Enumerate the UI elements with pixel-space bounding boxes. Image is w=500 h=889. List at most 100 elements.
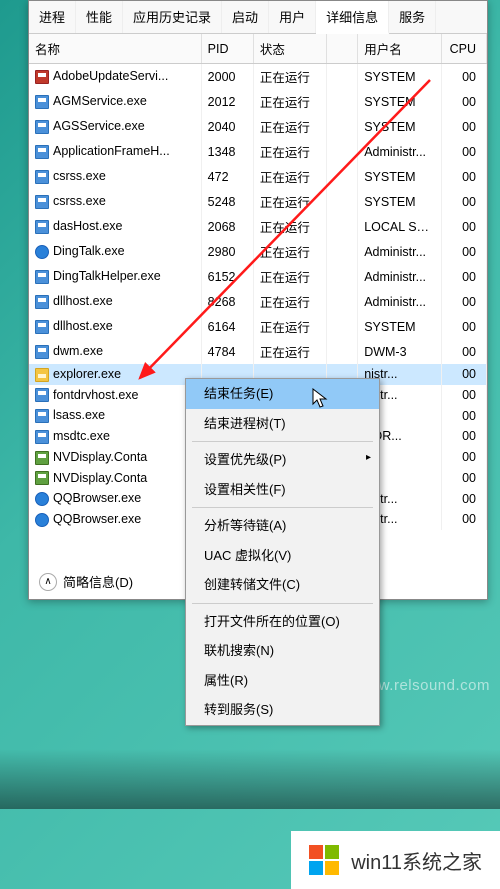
tab-5[interactable]: 详细信息 — [316, 1, 389, 34]
tab-3[interactable]: 启动 — [222, 1, 269, 33]
context-menu: 结束任务(E)结束进程树(T) 设置优先级(P)设置相关性(F) 分析等待链(A)U… — [185, 378, 380, 726]
menu-item[interactable]: 属性(R) — [186, 666, 379, 696]
process-pid: 2068 — [201, 214, 253, 239]
process-cpu: 00 — [441, 214, 486, 239]
process-user: DWM-3 — [358, 339, 441, 364]
process-user: Administr... — [358, 289, 441, 314]
menu-item[interactable]: 创建转储文件(C) — [186, 570, 379, 600]
process-icon — [35, 492, 49, 506]
process-cpu: 00 — [441, 314, 486, 339]
process-icon — [35, 295, 49, 309]
process-pid: 6164 — [201, 314, 253, 339]
process-status: 正在运行 — [253, 114, 326, 139]
tab-6[interactable]: 服务 — [389, 1, 436, 33]
column-header[interactable]: 名称 — [29, 34, 201, 64]
menu-item[interactable]: 结束任务(E) — [186, 379, 379, 409]
process-name: msdtc.exe — [53, 429, 110, 443]
process-status: 正在运行 — [253, 64, 326, 90]
process-name: AGSService.exe — [53, 119, 145, 133]
process-status: 正在运行 — [253, 164, 326, 189]
menu-item[interactable]: 联机搜索(N) — [186, 636, 379, 666]
process-name: DingTalkHelper.exe — [53, 269, 161, 283]
table-row[interactable]: csrss.exe5248正在运行SYSTEM00 — [29, 189, 487, 214]
process-user: SYSTEM — [358, 89, 441, 114]
process-icon — [35, 368, 49, 382]
process-cpu: 00 — [441, 468, 486, 489]
table-row[interactable]: dllhost.exe8268正在运行Administr...00 — [29, 289, 487, 314]
process-name: fontdrvhost.exe — [53, 388, 138, 402]
process-cpu: 00 — [441, 89, 486, 114]
process-icon — [35, 409, 49, 423]
menu-item[interactable]: 设置优先级(P) — [186, 445, 379, 475]
table-row[interactable]: AGSService.exe 2040正在运行 SYSTEM00 — [29, 114, 487, 139]
process-name: NVDisplay.Conta — [53, 471, 147, 485]
menu-item[interactable]: 打开文件所在的位置(O) — [186, 607, 379, 637]
process-pid: 472 — [201, 164, 253, 189]
windows-logo-icon — [309, 845, 339, 875]
column-header[interactable]: CPU — [441, 34, 486, 64]
process-pid: 2980 — [201, 239, 253, 264]
process-user: SYSTEM — [358, 114, 441, 139]
process-pid: 6152 — [201, 264, 253, 289]
menu-item[interactable]: 设置相关性(F) — [186, 475, 379, 505]
process-cpu: 00 — [441, 426, 486, 447]
process-icon — [35, 451, 49, 465]
tab-1[interactable]: 性能 — [76, 1, 123, 33]
process-cpu: 00 — [441, 488, 486, 509]
tab-0[interactable]: 进程 — [29, 1, 76, 33]
menu-item[interactable]: 转到服务(S) — [186, 695, 379, 725]
tab-bar: 进程性能应用历史记录启动用户详细信息服务 — [29, 1, 487, 34]
process-name: AGMService.exe — [53, 94, 147, 108]
process-icon — [35, 170, 49, 184]
chevron-up-icon[interactable]: ∧ — [39, 573, 57, 591]
process-cpu: 00 — [441, 405, 486, 426]
menu-item[interactable]: 分析等待链(A) — [186, 511, 379, 541]
tab-4[interactable]: 用户 — [269, 1, 316, 33]
table-row[interactable]: csrss.exe472正在运行SYSTEM00 — [29, 164, 487, 189]
column-header[interactable]: 状态 — [253, 34, 326, 64]
process-icon — [35, 220, 49, 234]
process-name: dllhost.exe — [53, 294, 113, 308]
process-icon — [35, 245, 49, 259]
table-row[interactable]: dasHost.exe2068正在运行LOCAL SE...00 — [29, 214, 487, 239]
process-status: 正在运行 — [253, 314, 326, 339]
table-row[interactable]: DingTalkHelper.exe6152正在运行Administr...00 — [29, 264, 487, 289]
process-icon — [35, 145, 49, 159]
table-row[interactable]: AGMService.exe2012正在运行SYSTEM00 — [29, 89, 487, 114]
process-pid: 2040 — [201, 114, 253, 139]
process-pid: 2000 — [201, 64, 253, 90]
process-name: QQBrowser.exe — [53, 512, 141, 526]
process-status: 正在运行 — [253, 339, 326, 364]
table-row[interactable]: DingTalk.exe2980正在运行Administr...00 — [29, 239, 487, 264]
process-cpu: 00 — [441, 139, 486, 164]
table-row[interactable]: dwm.exe4784正在运行DWM-300 — [29, 339, 487, 364]
process-user: LOCAL SE... — [358, 214, 441, 239]
menu-separator — [192, 603, 373, 604]
table-row[interactable]: dllhost.exe6164正在运行SYSTEM00 — [29, 314, 487, 339]
process-cpu: 00 — [441, 189, 486, 214]
table-row[interactable]: AdobeUpdateServi...2000正在运行SYSTEM00 — [29, 64, 487, 90]
process-name: lsass.exe — [53, 408, 105, 422]
process-name: NVDisplay.Conta — [53, 450, 147, 464]
menu-item[interactable]: 结束进程树(T) — [186, 409, 379, 439]
brief-info-link[interactable]: 简略信息(D) — [63, 572, 133, 591]
column-header[interactable]: 用户名 — [358, 34, 441, 64]
process-cpu: 00 — [441, 509, 486, 530]
process-status: 正在运行 — [253, 214, 326, 239]
process-status: 正在运行 — [253, 239, 326, 264]
tab-2[interactable]: 应用历史记录 — [123, 1, 222, 33]
process-pid: 8268 — [201, 289, 253, 314]
process-status: 正在运行 — [253, 89, 326, 114]
process-name: DingTalk.exe — [53, 244, 125, 258]
process-cpu: 00 — [441, 64, 486, 90]
process-icon — [35, 195, 49, 209]
menu-item[interactable]: UAC 虚拟化(V) — [186, 541, 379, 571]
column-header[interactable]: PID — [201, 34, 253, 64]
table-row[interactable]: ApplicationFrameH...1348正在运行Administr...… — [29, 139, 487, 164]
process-cpu: 00 — [441, 114, 486, 139]
process-status: 正在运行 — [253, 139, 326, 164]
process-name: ApplicationFrameH... — [53, 144, 170, 158]
process-icon — [35, 513, 49, 527]
column-header[interactable] — [326, 34, 357, 64]
process-user: SYSTEM — [358, 189, 441, 214]
